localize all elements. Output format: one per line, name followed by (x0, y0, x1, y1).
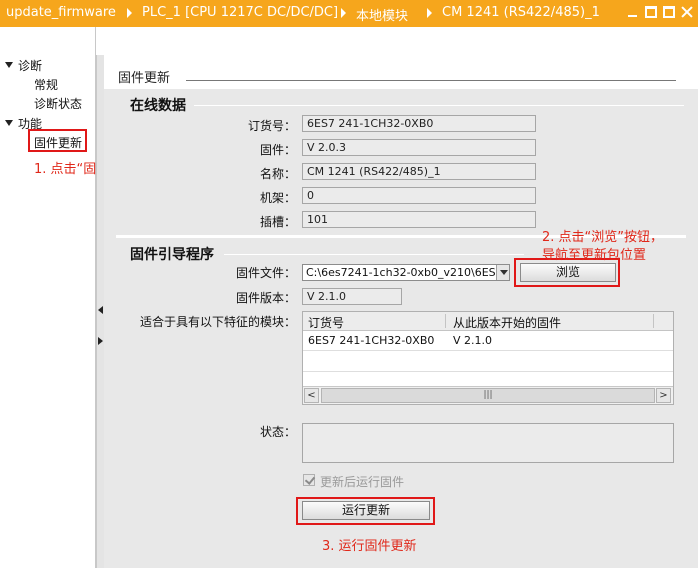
rack-label: 机架： (259, 191, 296, 205)
nav-diagnostics[interactable]: 诊断 (18, 57, 42, 74)
firmware-file-value: C:\6es7241-1ch32-0xb0_v210\6ES7 (306, 266, 503, 279)
slot-field: 101 (302, 211, 536, 228)
status-label: 状态： (259, 425, 296, 439)
annotation-step-3: 3. 运行固件更新 (322, 539, 417, 554)
suitable-modules-label: 适合于具有以下特征的模块： (139, 315, 296, 329)
column-header-firmware-from[interactable]: 从此版本开始的固件 (453, 314, 561, 331)
order-number-field: 6ES7 241-1CH32-0XB0 (302, 115, 536, 132)
close-icon[interactable] (681, 6, 693, 18)
navigation-tree: 诊断 常规 诊断状态 功能 固件更新 1. 点击“固件更新” (0, 27, 142, 568)
maximize-icon[interactable] (663, 6, 675, 18)
online-data-title: 在线数据 (130, 98, 186, 114)
scrollbar-thumb[interactable]: ||| (321, 388, 655, 403)
page-title: 固件更新 (118, 71, 171, 86)
table-header: 订货号 从此版本开始的固件 (303, 312, 673, 331)
breadcrumb-separator-icon (127, 8, 132, 18)
breadcrumb-project[interactable]: update_firmware (6, 5, 116, 20)
firmware-file-dropdown[interactable]: C:\6es7241-1ch32-0xb0_v210\6ES7 (302, 264, 510, 281)
column-separator[interactable] (653, 314, 654, 328)
firmware-file-label: 固件文件： (235, 266, 296, 280)
column-separator[interactable] (445, 314, 446, 328)
name-field: CM 1241 (RS422/485)_1 (302, 163, 536, 180)
breadcrumb-separator-icon (427, 8, 432, 18)
highlight-box-firmware-update (28, 129, 87, 152)
column-header-order-number[interactable]: 订货号 (308, 314, 344, 331)
suitable-modules-table: 订货号 从此版本开始的固件 6ES7 241-1CH32-0XB0 V 2.1.… (302, 311, 674, 405)
highlight-box-run-update (296, 497, 435, 525)
firmware-update-panel: 固件更新 在线数据 订货号： 6ES7 241-1CH32-0XB0 固件： V… (104, 55, 698, 568)
expand-right-icon[interactable] (98, 337, 103, 345)
firmware-field: V 2.0.3 (302, 139, 536, 156)
scroll-left-icon[interactable]: < (304, 388, 319, 403)
cell-firmware-version: V 2.1.0 (453, 334, 493, 347)
float-window-icon[interactable] (645, 6, 657, 18)
nav-diag-status[interactable]: 诊断状态 (34, 95, 82, 112)
title-bar: update_firmware PLC_1 [CPU 1217C DC/DC/D… (0, 0, 698, 27)
breadcrumb-plc[interactable]: PLC_1 [CPU 1217C DC/DC/DC] (142, 5, 338, 20)
breadcrumb-local-modules[interactable]: 本地模块 (356, 5, 408, 24)
horizontal-scrollbar[interactable]: < ||| > (303, 386, 673, 404)
cell-order-number: 6ES7 241-1CH32-0XB0 (308, 334, 435, 347)
order-number-label: 订货号： (247, 119, 296, 133)
run-after-update-checkbox[interactable] (303, 474, 315, 486)
nav-general[interactable]: 常规 (34, 76, 58, 93)
breadcrumb-module[interactable]: CM 1241 (RS422/485)_1 (442, 5, 600, 20)
breadcrumb-separator-icon (341, 8, 346, 18)
firmware-label: 固件： (259, 143, 296, 157)
annotation-step-2-line-1: 2. 点击“浏览”按钮， (542, 230, 664, 245)
expand-arrow-icon[interactable] (5, 62, 13, 68)
firmware-version-field: V 2.1.0 (302, 288, 402, 305)
collapse-left-icon[interactable] (98, 306, 103, 314)
panel-splitter[interactable] (96, 55, 104, 568)
rack-field: 0 (302, 187, 536, 204)
section-divider (194, 105, 684, 106)
table-row[interactable]: 6ES7 241-1CH32-0XB0 V 2.1.0 (303, 331, 673, 351)
header-divider (186, 80, 676, 81)
run-after-update-label: 更新后运行固件 (320, 475, 405, 489)
expand-arrow-icon[interactable] (5, 120, 13, 126)
firmware-version-label: 固件版本： (235, 291, 296, 305)
table-row-empty (303, 352, 673, 372)
name-label: 名称： (259, 167, 296, 181)
minimize-icon[interactable] (627, 6, 639, 18)
panel-header: 固件更新 (104, 55, 698, 89)
slot-label: 插槽： (259, 215, 296, 229)
section-divider (224, 254, 524, 255)
chevron-down-icon[interactable] (496, 265, 509, 280)
firmware-loader-title: 固件引导程序 (130, 247, 214, 263)
scroll-right-icon[interactable]: > (656, 388, 671, 403)
annotation-step-2-line-2: 导航至更新包位置 (542, 248, 647, 263)
status-field (302, 423, 674, 463)
